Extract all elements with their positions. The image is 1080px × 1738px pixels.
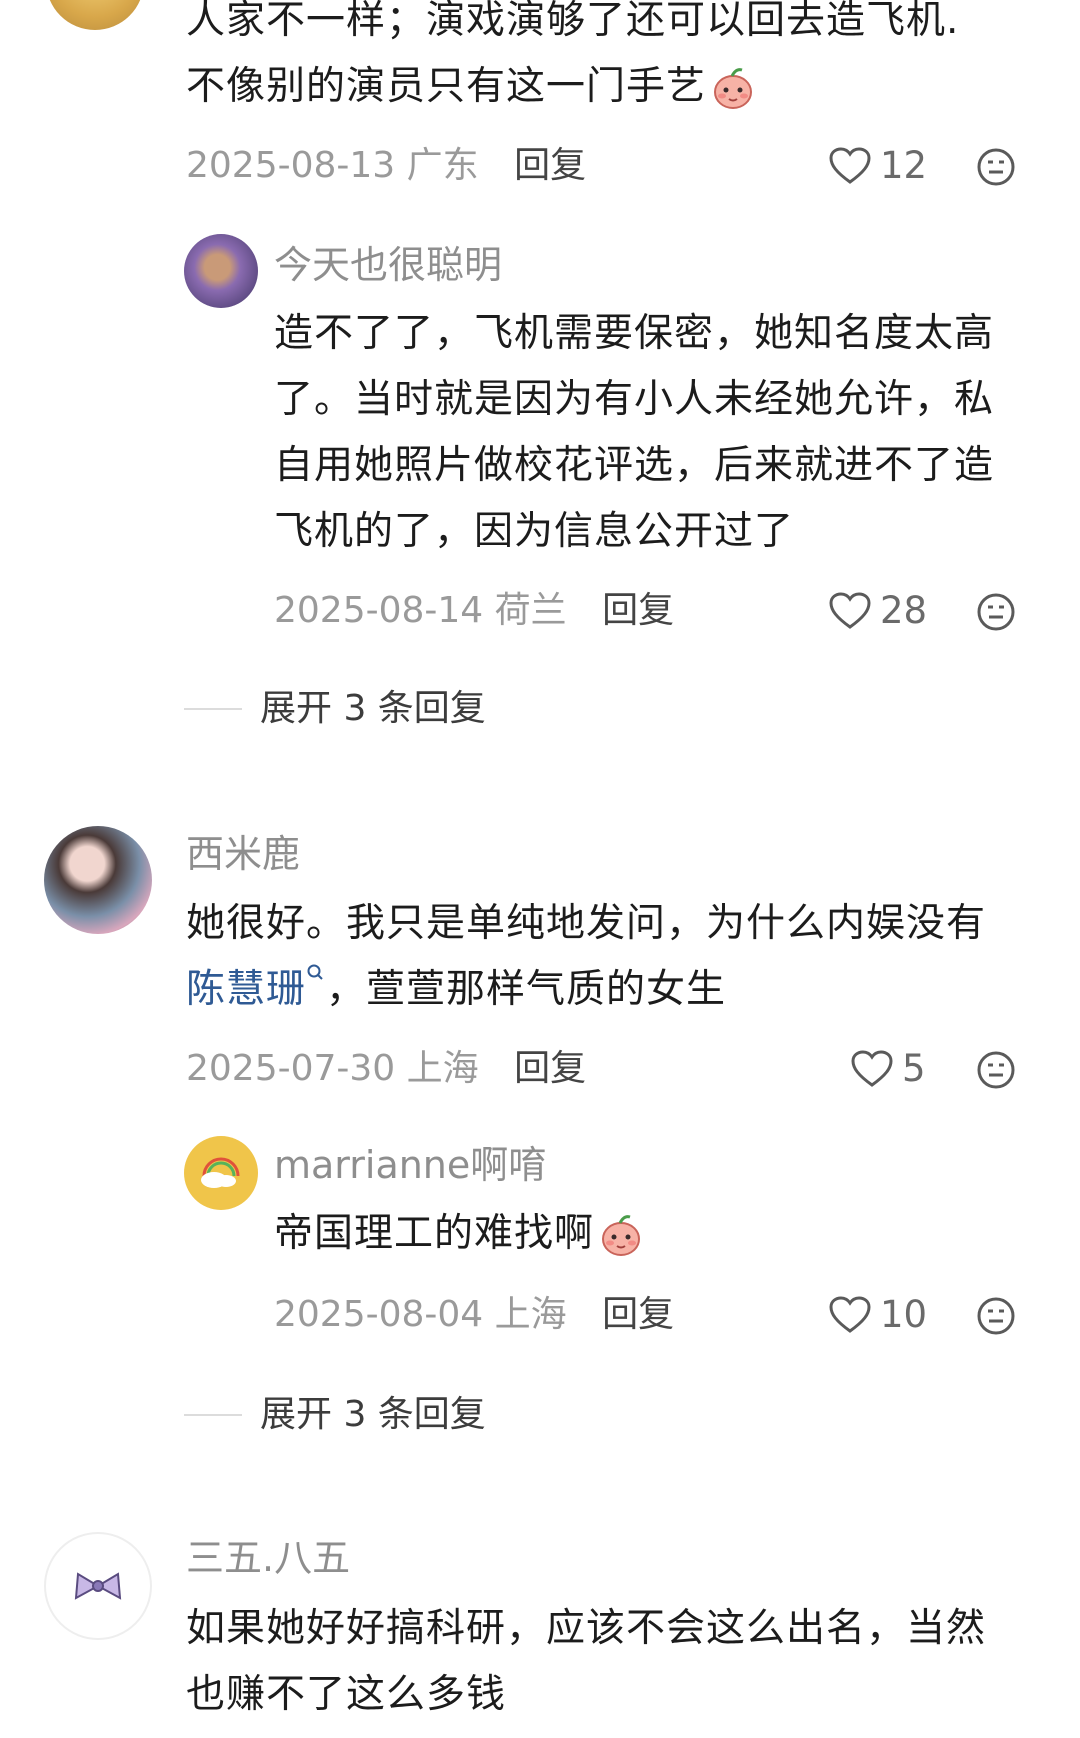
reply-location: 上海 <box>494 1294 567 1335</box>
comment-line-text: 不像别的演员只有这一门手艺 <box>186 64 707 109</box>
avatar-top-cropped[interactable] <box>46 0 144 30</box>
heart-outline-icon <box>829 592 871 629</box>
like-count: 28 <box>880 589 928 632</box>
reply-line: 自用她照片做校花评选，后来就进不了造 <box>274 443 995 488</box>
like-button[interactable]: 28 <box>828 588 927 634</box>
divider <box>184 708 242 710</box>
expand-replies-button[interactable]: 展开 3 条回复 <box>184 1392 486 1438</box>
reply-meta: 2025-08-04 上海 回复 <box>274 1292 674 1338</box>
reply-button[interactable]: 回复 <box>602 590 674 631</box>
neutral-face-icon[interactable] <box>976 1050 1016 1094</box>
expand-replies-label: 展开 3 条回复 <box>260 688 486 729</box>
comment-author-name[interactable]: 西米鹿 <box>186 830 300 878</box>
search-small-icon <box>307 964 323 980</box>
reply-line: 帝国理工的难找啊 <box>274 1211 595 1256</box>
reply-author-name[interactable]: marrianne啊唷 <box>274 1141 546 1189</box>
comment-location: 广东 <box>406 145 479 186</box>
reply-line: 了。当时就是因为有小人未经她允许，私 <box>274 377 995 422</box>
peach-blush-emoji-icon <box>598 1213 644 1259</box>
avatar[interactable] <box>44 826 152 934</box>
reply-meta: 2025-08-14 荷兰 回复 <box>274 588 674 634</box>
like-count: 5 <box>902 1047 926 1090</box>
comment-date: 2025-07-30 <box>186 1048 396 1089</box>
bow-icon <box>74 1572 122 1600</box>
reply-text: 造不了了，飞机需要保密，她知名度太高 了。当时就是因为有小人未经她允许，私 自用… <box>274 301 1054 565</box>
comment-location: 上海 <box>406 1048 479 1089</box>
comment-author-name[interactable]: 三五.八五 <box>186 1534 350 1582</box>
comment-date: 2025-08-13 <box>186 145 396 186</box>
expand-replies-button[interactable]: 展开 3 条回复 <box>184 686 486 732</box>
avatar[interactable] <box>184 1136 258 1210</box>
reply-text: 帝国理工的难找啊 <box>274 1201 1054 1267</box>
like-button[interactable]: 10 <box>828 1292 927 1338</box>
heart-outline-icon <box>829 147 871 184</box>
reply-button[interactable]: 回复 <box>514 145 586 186</box>
divider <box>184 1414 242 1416</box>
avatar[interactable] <box>44 1532 152 1640</box>
comment-line: 不像别的演员只有这一门手艺 <box>186 54 1046 120</box>
comment-text: 人家不一样；演戏演够了还可以回去造飞机. 不像别的演员只有这一门手艺 <box>186 0 1046 120</box>
like-count: 12 <box>880 144 928 187</box>
comment-line: 人家不一样；演戏演够了还可以回去造飞机. <box>186 0 960 43</box>
comment-meta: 2025-08-13 广东 回复 <box>186 143 586 189</box>
comment-line: 如果她好好搞科研，应该不会这么出名，当然 <box>186 1606 987 1651</box>
reply-line: 造不了了，飞机需要保密，她知名度太高 <box>274 311 995 356</box>
reply-author-name[interactable]: 今天也很聪明 <box>274 241 502 289</box>
heart-outline-icon <box>829 1296 871 1333</box>
comment-text: 她很好。我只是单纯地发问，为什么内娱没有 陈慧珊 ，萱萱那样气质的女生 <box>186 891 1046 1023</box>
comment-line: 她很好。我只是单纯地发问，为什么内娱没有 <box>186 901 987 946</box>
neutral-face-icon[interactable] <box>976 1296 1016 1340</box>
comment-line: 陈慧珊 ，萱萱那样气质的女生 <box>186 957 1046 1023</box>
reply-button[interactable]: 回复 <box>514 1048 586 1089</box>
reply-date: 2025-08-14 <box>274 590 484 631</box>
comment-line-text: ，萱萱那样气质的女生 <box>326 967 727 1012</box>
search-link[interactable]: 陈慧珊 <box>186 967 306 1012</box>
comment-text: 如果她好好搞科研，应该不会这么出名，当然 也赚不了这么多钱 <box>186 1596 1046 1728</box>
avatar[interactable] <box>184 234 258 308</box>
heart-outline-icon <box>851 1050 893 1087</box>
reply-button[interactable]: 回复 <box>602 1294 674 1335</box>
like-button[interactable]: 12 <box>828 143 927 189</box>
expand-replies-label: 展开 3 条回复 <box>260 1394 486 1435</box>
neutral-face-icon[interactable] <box>976 592 1016 636</box>
reply-location: 荷兰 <box>494 590 567 631</box>
reply-line: 飞机的了，因为信息公开过了 <box>274 509 795 554</box>
comment-meta: 2025-07-30 上海 回复 <box>186 1046 586 1092</box>
comment-line: 也赚不了这么多钱 <box>186 1672 507 1717</box>
like-button[interactable]: 5 <box>850 1046 926 1092</box>
reply-date: 2025-08-04 <box>274 1294 484 1335</box>
peach-blush-emoji-icon <box>710 66 756 112</box>
like-count: 10 <box>880 1293 928 1336</box>
neutral-face-icon[interactable] <box>976 147 1016 191</box>
rainbow-cloud-icon <box>201 1157 240 1188</box>
